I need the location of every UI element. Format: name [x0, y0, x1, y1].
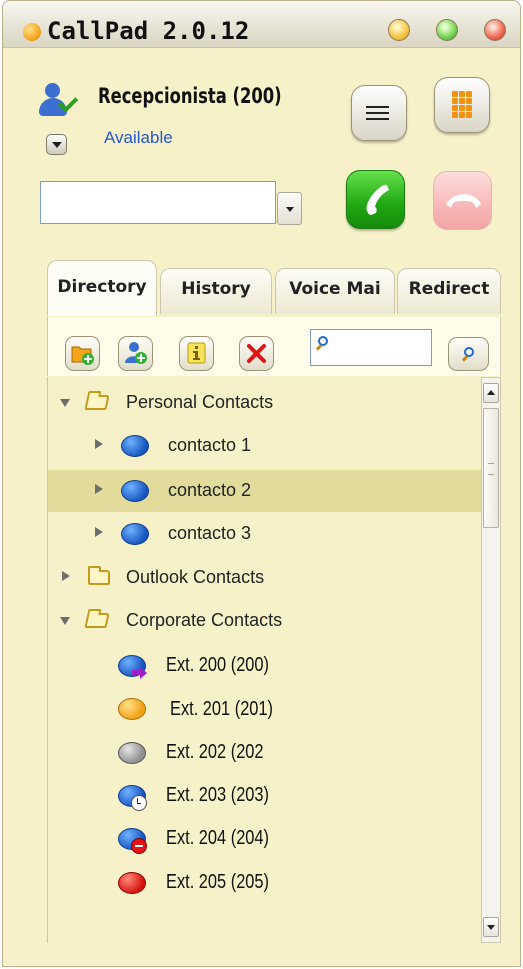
tree-group-outlook[interactable]: Outlook Contacts [48, 557, 481, 599]
contact-bubble-icon [121, 435, 149, 457]
contact-label: contacto 2 [168, 480, 252, 500]
tree-item-extension[interactable]: Ext. 204 (204) [48, 818, 481, 860]
busy-status-icon [118, 872, 146, 894]
tree-group-corporate[interactable]: Corporate Contacts [48, 600, 481, 642]
offline-status-icon [118, 742, 146, 764]
add-group-button[interactable] [65, 336, 100, 371]
add-folder-icon [71, 346, 94, 365]
tree-item-extension[interactable]: Ext. 202 (202 [48, 732, 481, 774]
collapse-arrow-icon[interactable] [60, 617, 70, 625]
hangup-icon [446, 194, 481, 208]
group-label: Outlook Contacts [126, 567, 265, 587]
maximize-button[interactable] [436, 19, 458, 41]
status-dropdown-button[interactable] [46, 134, 67, 155]
expand-arrow-icon[interactable] [95, 439, 103, 449]
open-folder-icon [84, 613, 110, 628]
minimize-button[interactable] [388, 19, 410, 41]
clock-badge-icon [131, 795, 147, 811]
scroll-down-button[interactable] [483, 917, 499, 937]
expand-arrow-icon[interactable] [95, 484, 103, 494]
user-available-icon [39, 83, 79, 117]
open-folder-icon [84, 395, 110, 410]
stop-badge-icon [131, 838, 147, 854]
tree-scrollbar[interactable] [481, 377, 501, 943]
dialpad-button[interactable] [434, 77, 490, 133]
hangup-button[interactable] [433, 171, 492, 230]
search-field[interactable] [310, 329, 432, 366]
closed-folder-icon [88, 566, 110, 585]
tree-item-contact[interactable]: contacto 3 [48, 513, 481, 555]
delete-button[interactable] [239, 336, 274, 371]
number-history-dropdown[interactable] [277, 192, 302, 225]
menu-button[interactable] [351, 85, 407, 141]
tree-group-personal[interactable]: Personal Contacts [48, 382, 481, 424]
expand-arrow-icon[interactable] [95, 527, 103, 537]
delete-x-icon [247, 344, 266, 363]
group-label: Personal Contacts [126, 392, 274, 412]
extension-label: Ext. 203 (203) [166, 784, 270, 806]
tree-item-extension[interactable]: Ext. 203 (203) [48, 775, 481, 817]
tree-item-extension[interactable]: Ext. 201 (201) [48, 689, 481, 731]
dialpad-icon [452, 91, 474, 119]
extension-label: Ext. 205 (205) [166, 871, 270, 893]
tree-item-contact[interactable]: contacto 1 [48, 425, 481, 467]
window-title: CallPad 2.0.12 [47, 17, 250, 45]
search-button[interactable] [448, 337, 489, 371]
tab-strip: Directory History Voice Mai Redirect [47, 260, 501, 317]
callpad-window: CallPad 2.0.12 Recepcionista (200) Avail… [2, 0, 521, 967]
tree-item-contact-selected[interactable]: contacto 2 [48, 470, 481, 512]
tab-directory[interactable]: Directory [47, 260, 157, 316]
search-icon [315, 336, 330, 351]
phone-icon [366, 184, 389, 215]
user-name: Recepcionista (200) [98, 84, 282, 108]
title-bar[interactable]: CallPad 2.0.12 [3, 1, 520, 48]
close-button[interactable] [484, 19, 506, 41]
forward-badge-icon [132, 667, 147, 679]
contact-label: contacto 1 [168, 435, 252, 455]
away-status-icon [118, 698, 146, 720]
extension-label: Ext. 202 (202 [166, 741, 264, 763]
extension-label: Ext. 204 (204) [166, 827, 270, 849]
number-input[interactable] [40, 181, 276, 224]
search-button-icon [461, 347, 476, 362]
directory-toolbar [47, 317, 501, 376]
info-icon [187, 342, 206, 364]
contact-label: contacto 3 [168, 523, 252, 543]
tree-item-extension[interactable]: Ext. 205 (205) [48, 862, 481, 904]
tab-history[interactable]: History [160, 268, 272, 314]
contact-info-button[interactable] [179, 336, 214, 371]
expand-arrow-icon[interactable] [62, 571, 70, 581]
add-contact-button[interactable] [118, 336, 153, 371]
tab-voice-mail[interactable]: Voice Mai [275, 268, 395, 314]
tab-redirect[interactable]: Redirect [397, 268, 501, 314]
contact-bubble-icon [121, 523, 149, 545]
add-user-icon [125, 342, 147, 364]
status-link[interactable]: Available [104, 128, 173, 148]
contact-bubble-icon [121, 480, 149, 502]
scroll-thumb[interactable] [483, 408, 499, 528]
extension-label: Ext. 200 (200) [166, 654, 270, 676]
collapse-arrow-icon[interactable] [60, 399, 70, 407]
scroll-up-button[interactable] [483, 383, 499, 403]
tree-item-extension[interactable]: Ext. 200 (200) [48, 645, 481, 687]
group-label: Corporate Contacts [126, 610, 283, 630]
callpad-logo-icon [23, 23, 41, 41]
call-button[interactable] [346, 170, 405, 229]
contacts-tree: Personal Contacts contacto 1 contacto 2 … [47, 377, 481, 943]
extension-label: Ext. 201 (201) [170, 698, 274, 720]
